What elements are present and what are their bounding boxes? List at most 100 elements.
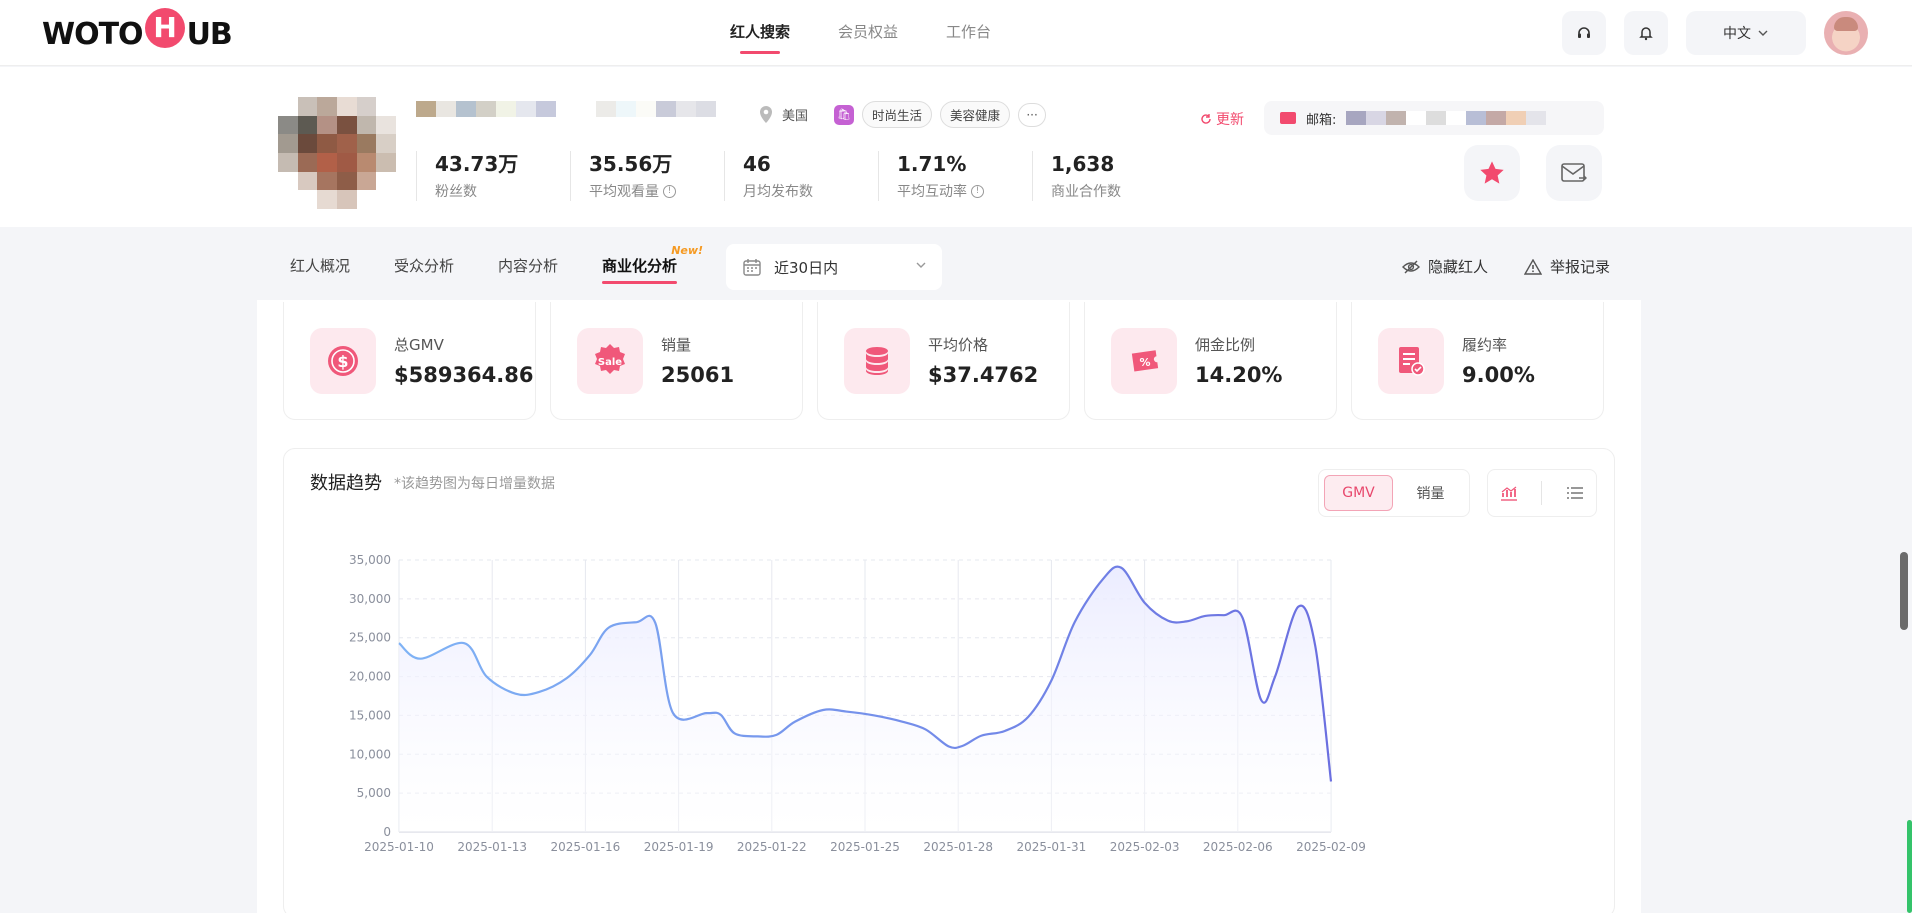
svg-text:$: $ — [337, 352, 348, 371]
email-label: 邮箱: — [1306, 112, 1337, 128]
envelope-send-icon — [1561, 163, 1587, 182]
date-range-select[interactable]: 近30日内 — [726, 244, 942, 290]
logo[interactable]: WOTO H UB — [42, 8, 233, 56]
y-axis: 0 5,000 10,000 15,000 20,000 25,000 30,000 35,0… — [349, 553, 391, 839]
y-tick-label: 15,000 — [349, 708, 391, 722]
metric-label: 履约率 — [1462, 336, 1508, 354]
chevron-down-icon — [1758, 30, 1768, 36]
stat-label: 平均观看量 — [589, 184, 659, 200]
metric-cards: $ 总GMV $589364.86 Sale 销量 25061 平均价格 $37.47… — [283, 302, 1604, 420]
y-tick-label: 25,000 — [349, 631, 391, 645]
y-tick-label: 0 — [383, 825, 391, 839]
location-label: 美国 — [782, 109, 809, 124]
stat-avg-views: 35.56万 平均观看量! — [570, 151, 724, 201]
category-tag: 美容健康 — [940, 101, 1011, 128]
influencer-avatar — [278, 97, 396, 209]
stat-followers: 43.73万 粉丝数 — [416, 151, 570, 201]
x-tick-label: 2025-01-10 — [364, 840, 434, 854]
page-scrollbar[interactable] — [1900, 552, 1908, 630]
notifications-button[interactable] — [1624, 11, 1668, 55]
x-tick-label: 2025-01-25 — [830, 840, 900, 854]
email-value-blurred — [1346, 111, 1547, 125]
language-label: 中文 — [1723, 26, 1751, 42]
main-nav: 红人搜索 会员权益 工作台 — [730, 0, 991, 66]
refresh-icon — [1201, 114, 1211, 124]
tab-commerce-label: 商业化分析 — [602, 257, 678, 275]
user-avatar[interactable] — [1824, 11, 1868, 55]
support-button[interactable] — [1562, 11, 1606, 55]
metric-card-commission: % 佣金比例 14.20% — [1084, 302, 1337, 420]
stat-label: 粉丝数 — [435, 184, 477, 200]
report-history-button[interactable]: 举报记录 — [1524, 256, 1610, 277]
stat-label: 商业合作数 — [1051, 184, 1121, 200]
bell-icon — [1639, 27, 1653, 41]
logo-text-left: WOTO — [42, 16, 144, 52]
sale-badge-icon: Sale — [577, 327, 643, 394]
metric-label: 佣金比例 — [1195, 336, 1256, 354]
analysis-tabs: 红人概况 受众分析 内容分析 商业化分析 New! — [290, 244, 703, 288]
metric-card-sales: Sale 销量 25061 — [550, 302, 803, 420]
hide-influencer-label: 隐藏红人 — [1428, 258, 1489, 276]
location-pin-icon — [760, 105, 772, 123]
y-tick-label: 10,000 — [349, 747, 391, 761]
warning-icon — [1524, 258, 1543, 275]
metric-value: 25061 — [661, 363, 735, 387]
language-select[interactable]: 中文 — [1686, 11, 1806, 55]
hide-influencer-button[interactable]: 隐藏红人 — [1402, 256, 1488, 277]
new-badge: New! — [671, 244, 704, 257]
x-axis: 2025-01-10 2025-01-13 2025-01-16 2025-01-19… — [364, 840, 1366, 854]
date-range-label: 近30日内 — [774, 258, 839, 277]
x-tick-label: 2025-01-19 — [644, 840, 714, 854]
email-field[interactable]: 邮箱: — [1264, 101, 1604, 135]
profile-actions: 隐藏红人 举报记录 — [1402, 256, 1610, 277]
stat-engagement-rate: 1.71% 平均互动率! — [878, 151, 1032, 201]
metric-card-fulfillment: 履约率 9.00% — [1351, 302, 1604, 420]
x-tick-label: 2025-01-22 — [737, 840, 807, 854]
y-tick-label: 20,000 — [349, 670, 391, 684]
influencer-name-blurred — [416, 101, 556, 133]
favorite-button[interactable] — [1464, 145, 1520, 201]
x-tick-label: 2025-02-09 — [1296, 840, 1366, 854]
category-tag: 时尚生活 — [862, 101, 933, 128]
more-tags-button[interactable]: ··· — [1018, 102, 1047, 127]
update-label: 更新 — [1216, 112, 1244, 128]
metric-label: 平均价格 — [928, 336, 989, 354]
metric-value: 14.20% — [1195, 363, 1283, 387]
send-email-button[interactable] — [1546, 145, 1602, 201]
profile-stats: 43.73万 粉丝数 35.56万 平均观看量! 46 月均发布数 1.71% … — [416, 151, 1186, 201]
stat-value: 1,638 — [1051, 152, 1115, 176]
metric-card-avg-price: 平均价格 $37.4762 — [817, 302, 1070, 420]
logo-mark: H — [144, 8, 185, 48]
stat-collaborations: 1,638 商业合作数 — [1032, 151, 1186, 201]
ticket-percent-icon: % — [1111, 327, 1177, 394]
nav-influencer-search[interactable]: 红人搜索 — [730, 0, 790, 66]
report-history-label: 举报记录 — [1550, 258, 1611, 276]
x-tick-label: 2025-01-13 — [457, 840, 527, 854]
metric-value: $589364.86 — [394, 363, 534, 387]
tab-audience[interactable]: 受众分析 — [394, 244, 454, 288]
stat-monthly-posts: 46 月均发布数 — [724, 151, 878, 201]
info-icon[interactable]: ! — [663, 184, 676, 198]
metric-value: 9.00% — [1462, 363, 1535, 387]
x-tick-label: 2025-01-31 — [1017, 840, 1087, 854]
tab-overview[interactable]: 红人概况 — [290, 244, 350, 288]
tab-content[interactable]: 内容分析 — [498, 244, 558, 288]
stat-label: 月均发布数 — [743, 184, 813, 200]
update-button[interactable]: 更新 — [1200, 109, 1244, 129]
profile-meta: 美国 🛍 时尚生活 美容健康 ··· — [758, 101, 1047, 128]
x-tick-label: 2025-01-16 — [551, 840, 621, 854]
y-tick-label: 5,000 — [357, 786, 391, 800]
gmv-trend-chart: 0 5,000 10,000 15,000 20,000 25,000 30,000 35,0… — [349, 553, 1366, 854]
tab-commerce[interactable]: 商业化分析 New! — [602, 244, 703, 288]
mail-icon — [1280, 112, 1296, 124]
calendar-icon — [743, 259, 761, 276]
nav-workspace[interactable]: 工作台 — [946, 0, 991, 66]
x-tick-label: 2025-02-06 — [1203, 840, 1273, 854]
nav-membership[interactable]: 会员权益 — [838, 0, 898, 66]
info-icon[interactable]: ! — [971, 184, 984, 198]
chevron-down-icon — [916, 262, 926, 268]
star-icon — [1480, 161, 1504, 184]
influencer-profile: 美国 🛍 时尚生活 美容健康 ··· 43.73万 粉丝数 35.56万 平均观… — [0, 67, 1912, 227]
metric-label: 总GMV — [394, 336, 444, 354]
dollar-coin-icon: $ — [310, 327, 376, 394]
